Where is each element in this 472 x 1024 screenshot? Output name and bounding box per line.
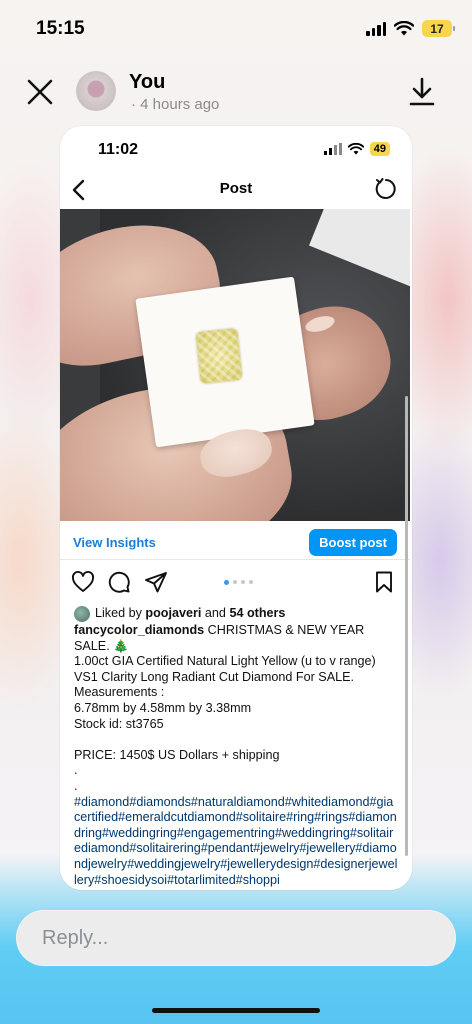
liked-by-row[interactable]: Liked by poojaveri and 54 others: [74, 606, 398, 622]
status-bar: 15:15 17: [0, 0, 472, 56]
photo-yellow-diamond: [195, 327, 243, 385]
inner-status-bar: 11:02 49: [60, 126, 412, 170]
caption-dot: .: [74, 763, 78, 778]
post-actions-row: [60, 568, 410, 598]
caption-line: Measurements :: [74, 685, 165, 700]
caption-body: fancycolor_diamonds CHRISTMAS & NEW YEAR…: [74, 623, 398, 654]
story-time-ago: · 4 hours ago: [131, 96, 220, 113]
status-time: 15:15: [36, 18, 85, 39]
carousel-dot: [249, 580, 253, 584]
wifi-icon: [394, 21, 414, 36]
post-title: Post: [219, 180, 253, 197]
cellular-signal-icon: [323, 143, 342, 155]
liked-by-prefix: Liked by: [95, 606, 142, 621]
reply-input[interactable]: Reply...: [16, 910, 456, 966]
caption-username[interactable]: fancycolor_diamonds: [74, 623, 204, 637]
refresh-icon[interactable]: [374, 177, 398, 201]
liked-by-others[interactable]: 54 others: [229, 606, 285, 620]
carousel-dot-active: [224, 579, 229, 585]
story-header: You · 4 hours ago: [0, 64, 472, 124]
home-indicator[interactable]: [152, 1008, 320, 1013]
liked-by-user[interactable]: poojaveri: [145, 606, 201, 620]
close-icon[interactable]: [24, 76, 56, 108]
inner-status-time: 11:02: [98, 141, 139, 158]
post-photo-diamond[interactable]: [60, 209, 410, 521]
post-caption: Liked by poojaveri and 54 others fancyco…: [74, 606, 398, 888]
download-icon[interactable]: [408, 76, 436, 108]
caption-price: PRICE: 1450$ US Dollars + shipping: [74, 747, 280, 762]
inner-battery-icon: 49: [369, 142, 390, 156]
carousel-dot: [241, 580, 245, 584]
carousel-dot: [233, 580, 237, 584]
caption-dot: .: [74, 778, 78, 793]
post-nav-bar: Post: [60, 174, 412, 206]
reply-placeholder: Reply...: [42, 927, 109, 949]
inner-status-indicators: 49: [323, 142, 390, 156]
comment-icon[interactable]: [107, 570, 131, 594]
bookmark-icon[interactable]: [372, 570, 396, 594]
view-insights-link[interactable]: View Insights: [73, 535, 156, 550]
heart-icon[interactable]: [71, 570, 95, 594]
wifi-icon: [347, 143, 364, 155]
story-card[interactable]: 11:02 49 Post View Insights Boost post L…: [60, 126, 412, 890]
caption-line: 6.78mm by 4.58mm by 3.38mm: [74, 700, 252, 715]
caption-line: Stock id: st3765: [74, 716, 164, 731]
boost-post-button[interactable]: Boost post: [309, 529, 397, 556]
battery-icon: 17: [422, 20, 455, 37]
liker-avatar: [74, 606, 90, 622]
insights-row: View Insights Boost post: [60, 524, 410, 560]
status-indicators: 17: [366, 20, 455, 37]
carousel-dots: [224, 579, 253, 585]
liked-by-text: Liked by poojaveri and 54 others: [95, 606, 285, 622]
cellular-signal-icon: [366, 21, 386, 36]
caption-line: 1.00ct GIA Certified Natural Light Yello…: [74, 654, 376, 684]
story-user-name[interactable]: You: [129, 71, 165, 94]
liked-by-conjunction: and: [204, 606, 226, 621]
battery-level: 17: [430, 21, 444, 36]
share-icon[interactable]: [144, 570, 168, 594]
caption-hashtags[interactable]: #diamond#diamonds#naturaldiamond#whitedi…: [74, 795, 398, 889]
card-scrollbar: [405, 396, 408, 856]
avatar[interactable]: [76, 71, 116, 111]
